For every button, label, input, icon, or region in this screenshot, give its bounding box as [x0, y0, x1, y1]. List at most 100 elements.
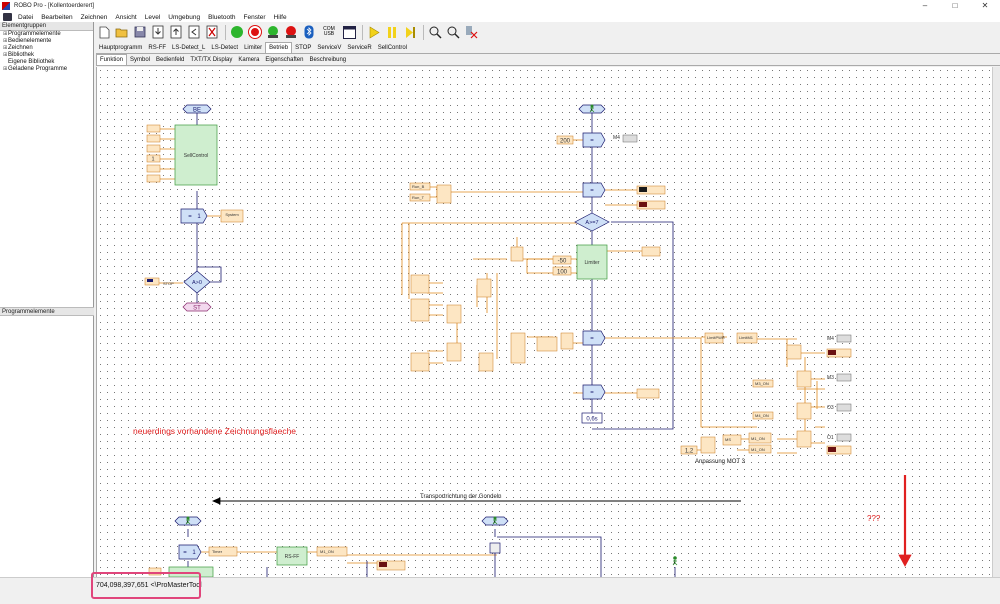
assign-block-left[interactable]: = 1 [180, 208, 208, 224]
m4-label: M4 [613, 135, 620, 141]
node-be[interactable]: BE [182, 104, 212, 114]
minimize-icon[interactable]: – [910, 0, 940, 12]
compare-a07[interactable]: A>=7 [574, 212, 610, 232]
tab-servicev[interactable]: ServiceV [314, 43, 345, 53]
vertical-scrollbar[interactable] [992, 67, 1000, 577]
assign-lower[interactable]: = = [582, 330, 606, 400]
tab-rs-ff[interactable]: RS-FF [145, 43, 170, 53]
app-menu-icon[interactable] [3, 13, 12, 21]
tab-stop[interactable]: STOP [292, 43, 315, 53]
tab-kamera[interactable]: Kamera [235, 55, 263, 65]
save-icon[interactable] [132, 24, 148, 40]
stop-icon[interactable] [247, 24, 263, 40]
menu-zeichnen[interactable]: Zeichnen [77, 14, 112, 21]
maximize-icon[interactable]: □ [940, 0, 970, 12]
menu-bluetooth[interactable]: Bluetooth [204, 14, 239, 21]
scale-chain[interactable]: 1,2 MS [680, 434, 742, 455]
m1-on-bottom[interactable]: M1_ON [316, 546, 406, 571]
limiter-consts[interactable]: -50 100 [552, 255, 572, 276]
close-icon[interactable]: ✕ [970, 0, 1000, 12]
outputs-right-top[interactable] [636, 185, 666, 210]
tab-symbol[interactable]: Symbol [127, 55, 154, 65]
download-run-icon[interactable] [265, 24, 281, 40]
timer-var[interactable]: Timer [208, 546, 238, 557]
tab-ls-detect[interactable]: LS-Detect [208, 43, 242, 53]
tab-betrieb[interactable]: Betrieb [265, 42, 293, 53]
sellcontrol-block[interactable]: SellControl [174, 124, 218, 186]
node-st[interactable]: ST [182, 302, 212, 312]
motor-m4-top[interactable]: M4 [613, 134, 638, 143]
o1-label: O1 [827, 435, 834, 441]
tab-eigenschaften[interactable]: Eigenschaften [262, 55, 307, 65]
tab-beschreibung[interactable]: Beschreibung [306, 55, 350, 65]
delete-icon[interactable] [204, 24, 220, 40]
const-inputs-left: 1 [146, 124, 161, 183]
tab-sellcontrol[interactable]: SellControl [374, 43, 411, 53]
open-folder-icon[interactable] [114, 24, 130, 40]
tree-item-zeichnen[interactable]: ⊞ Zeichnen [0, 45, 93, 52]
com-usb-icon[interactable]: COM USB [319, 24, 339, 40]
assign-200[interactable]: = [582, 132, 606, 148]
tab-servicer[interactable]: ServiceR [344, 43, 375, 53]
menu-fenster[interactable]: Fenster [240, 14, 270, 21]
play-icon[interactable] [366, 24, 382, 40]
zoom-in-icon[interactable] [427, 24, 443, 40]
motor-outputs[interactable]: M4 M3 O3 O1 [826, 334, 852, 455]
system-var[interactable]: System [220, 209, 244, 223]
menu-bearbeiten[interactable]: Bearbeiten [37, 14, 76, 21]
assign-mid[interactable]: = [582, 182, 606, 198]
step-back-icon[interactable] [186, 24, 202, 40]
compare-a0-label: A>0 [192, 280, 202, 286]
start-figure-icon[interactable] [578, 104, 606, 114]
menu-ansicht[interactable]: Ansicht [111, 14, 140, 21]
program-diagram[interactable]: BE SellControl 1 = 1 System A>0 STOP ST … [97, 67, 992, 577]
window-icon[interactable] [341, 24, 357, 40]
pause-icon[interactable] [384, 24, 400, 40]
const-200[interactable]: 200 [556, 135, 574, 145]
new-file-icon[interactable] [96, 24, 112, 40]
tab-hauptprogramm[interactable]: Hauptprogramm [96, 43, 146, 53]
wait-06s[interactable]: 0,6s [581, 412, 603, 424]
tab-funktion[interactable]: Funktion [96, 54, 128, 65]
menu-datei[interactable]: Datei [14, 14, 37, 21]
limiter-block[interactable]: Limiter [576, 244, 608, 280]
transport-direction-label: Transportrichtung der Gondeln [420, 494, 502, 500]
assign-bottom[interactable]: = 1 [178, 544, 202, 560]
tab-bedienfeld[interactable]: Bedienfeld [153, 55, 188, 65]
run-inputs[interactable]: Run_B Run_T [409, 182, 452, 204]
tab-txt-display[interactable]: TXT/TX Display [187, 55, 236, 65]
start-figure-bottom-left[interactable] [174, 516, 202, 526]
rsff-block[interactable]: RS-FF [276, 546, 308, 566]
zoom-out-icon[interactable] [445, 24, 461, 40]
tree-item-bedienelemente[interactable]: ⊞ Bedienelemente [0, 38, 93, 45]
bluetooth-icon[interactable] [301, 24, 317, 40]
start-icon[interactable] [229, 24, 245, 40]
start-figure-bottom-right[interactable] [672, 556, 678, 566]
stop-input[interactable]: STOP [144, 277, 174, 286]
tree-item-programmelemente[interactable]: ⊞ Programmelemente [0, 31, 93, 38]
output-limiter[interactable] [641, 246, 661, 257]
system-label: System [225, 212, 239, 217]
tab-limiter[interactable]: Limiter [241, 43, 266, 53]
tree-item-geladene-programme[interactable]: ⊞ Geladene Programme [0, 66, 93, 73]
drawing-canvas[interactable]: BE SellControl 1 = 1 System A>0 STOP ST … [96, 67, 992, 577]
step-icon[interactable] [402, 24, 418, 40]
tab-ls-detect-l[interactable]: LS-Detect_L [169, 43, 209, 53]
compare-a0[interactable]: A>0 [183, 270, 211, 294]
m-on-vars[interactable]: M3_ON M4_ON M1_ON M1_ON [748, 379, 774, 454]
menu-hilfe[interactable]: Hilfe [270, 14, 291, 21]
menu-level[interactable]: Level [141, 14, 165, 21]
download-icon[interactable] [150, 24, 166, 40]
view-tabs: Funktion Symbol Bedienfeld TXT/TX Displa… [96, 54, 1000, 66]
logic-gates-right[interactable] [786, 344, 812, 448]
tree-item-bibliothek[interactable]: ⊞ Bibliothek [0, 52, 93, 59]
limit-chain[interactable]: LimitPWR LimitM1 [704, 332, 758, 344]
ms-label: MS [725, 437, 731, 442]
interface-icon[interactable] [283, 24, 299, 40]
tree-item-eigene-bibliothek[interactable]: Eigene Bibliothek [0, 59, 93, 66]
menu-umgebung[interactable]: Umgebung [164, 14, 204, 21]
debug-icon[interactable] [463, 24, 479, 40]
arith-blocks[interactable] [410, 246, 660, 399]
const-neg50-label: -50 [558, 259, 567, 265]
upload-icon[interactable] [168, 24, 184, 40]
